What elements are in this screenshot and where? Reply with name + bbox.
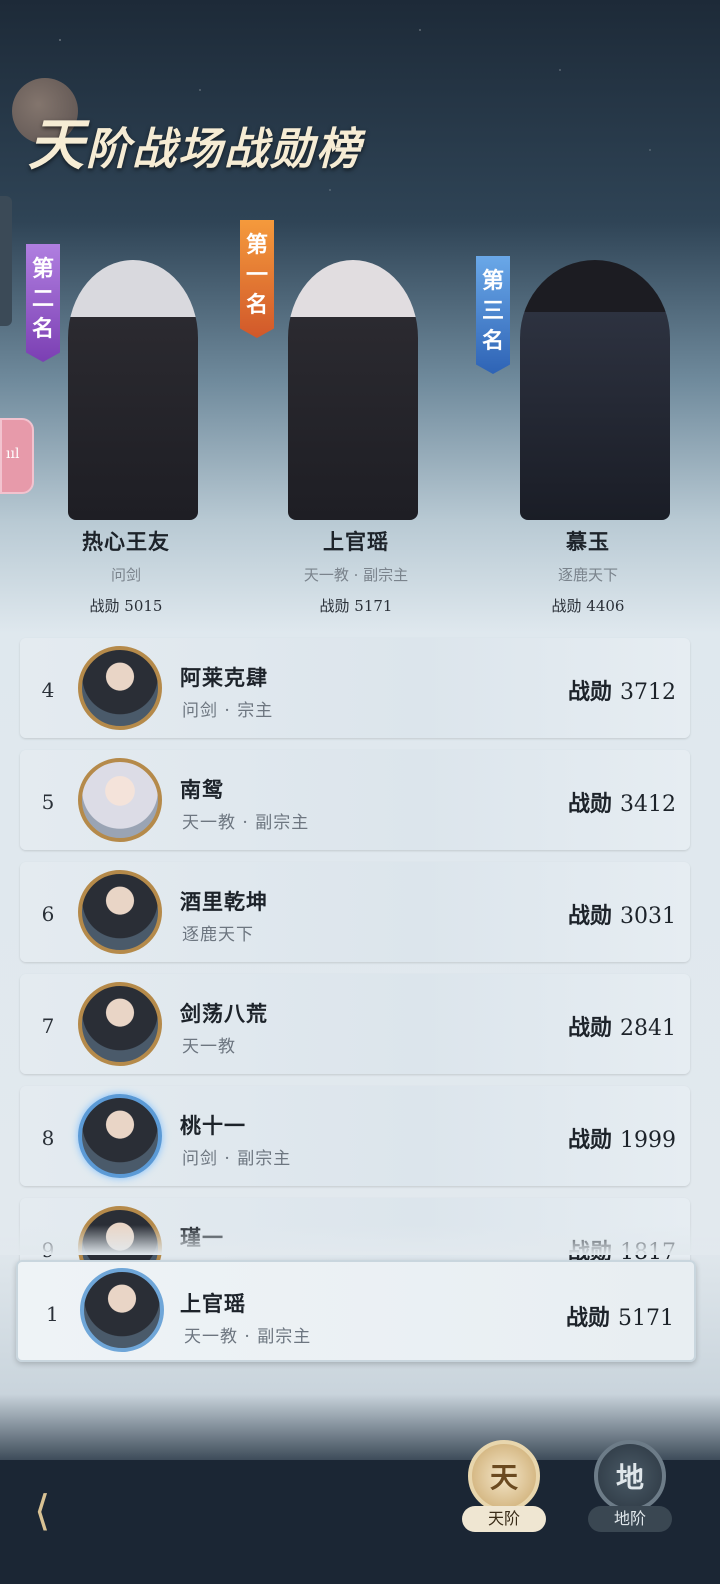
tab-label: 天阶 [462,1506,546,1532]
rank-number: 7 [41,1014,55,1038]
player-name: 热心王友 [82,529,170,554]
guild-name: 天一教 [182,1037,236,1057]
score: 战勋 5171 [319,597,393,615]
rank-number: 8 [41,1126,55,1150]
tab-tian-jie[interactable]: 天 天阶 [462,1440,546,1532]
side-drawer-handle[interactable] [0,196,12,326]
player-name: 阿莱克肆 [180,665,268,690]
ranking-row[interactable]: 5 南鸳 天一教 · 副宗主 战勋 3412 [20,750,690,850]
ranking-row[interactable]: 4 阿莱克肆 问剑 · 宗主 战勋 3712 [20,638,690,738]
music-bars-icon: ııl [6,446,20,462]
player-name: 桃十一 [180,1113,246,1138]
rank-banner-third: 第三名 [476,256,510,374]
guild-name: 问剑 · 宗主 [182,701,274,721]
rank-number: 1 [46,1302,59,1326]
character-figure [68,260,198,520]
ranking-row[interactable]: 7 剑荡八荒 天一教 战勋 2841 [20,974,690,1074]
player-name: 上官瑶 [180,1291,246,1316]
rank-number: 5 [41,790,55,814]
score: 战勋 5015 [89,597,163,615]
tian-emblem-icon: 天 [468,1440,540,1512]
rank-banner-second: 第二名 [26,244,60,362]
character-figure [520,260,670,520]
avatar[interactable] [78,646,162,730]
page-title: 天阶战场战勋榜 [28,112,362,178]
player-name: 南鸳 [180,777,224,802]
tab-label: 地阶 [588,1506,672,1532]
guild-name: 逐鹿天下 [557,566,618,584]
guild-name: 逐鹿天下 [182,925,254,945]
podium-info-first: 上官瑶 天一教 · 副宗主 战勋 5171 [256,526,456,616]
guild-name: 问剑 · 副宗主 [182,1149,292,1169]
avatar[interactable] [78,982,162,1066]
character-figure [288,260,418,520]
podium-info-third: 慕玉 逐鹿天下 战勋 4406 [488,526,688,616]
score: 战勋 2841 [567,1015,676,1041]
avatar[interactable] [78,758,162,842]
podium-character-third[interactable] [490,210,700,520]
player-name: 酒里乾坤 [180,889,268,914]
ranking-row[interactable]: 8 桃十一 问剑 · 副宗主 战勋 1999 [20,1086,690,1186]
avatar[interactable] [78,870,162,954]
guild-name: 天一教 · 副宗主 [184,1327,312,1347]
avatar[interactable] [78,1094,162,1178]
my-ranking-row[interactable]: 1 上官瑶 天一教 · 副宗主 战勋 5171 [16,1260,696,1362]
player-name: 慕玉 [566,529,610,554]
tab-di-jie[interactable]: 地 地阶 [588,1440,672,1532]
score: 战勋 1999 [567,1127,676,1153]
guild-name: 问剑 [110,566,141,584]
score: 战勋 4406 [551,597,625,615]
player-name: 上官瑶 [323,529,389,554]
podium-character-first[interactable] [248,220,458,520]
score: 战勋 5171 [565,1305,674,1331]
rank-number: 4 [41,678,55,702]
di-emblem-icon: 地 [594,1440,666,1512]
player-name: 剑荡八荒 [180,1001,268,1026]
avatar[interactable] [80,1268,164,1352]
ranking-row[interactable]: 6 酒里乾坤 逐鹿天下 战勋 3031 [20,862,690,962]
score: 战勋 3031 [567,903,676,929]
rank-banner-first: 第一名 [240,220,274,338]
podium-info-second: 热心王友 问剑 战勋 5015 [26,526,226,616]
rank-number: 6 [41,902,55,926]
score: 战勋 3712 [567,679,676,705]
list-fade [0,1225,720,1255]
guild-name: 天一教 · 副宗主 [182,813,310,833]
score: 战勋 3412 [567,791,676,817]
guild-name: 天一教 · 副宗主 [303,566,409,584]
back-arrow-icon[interactable]: ⟨ [34,1488,90,1534]
